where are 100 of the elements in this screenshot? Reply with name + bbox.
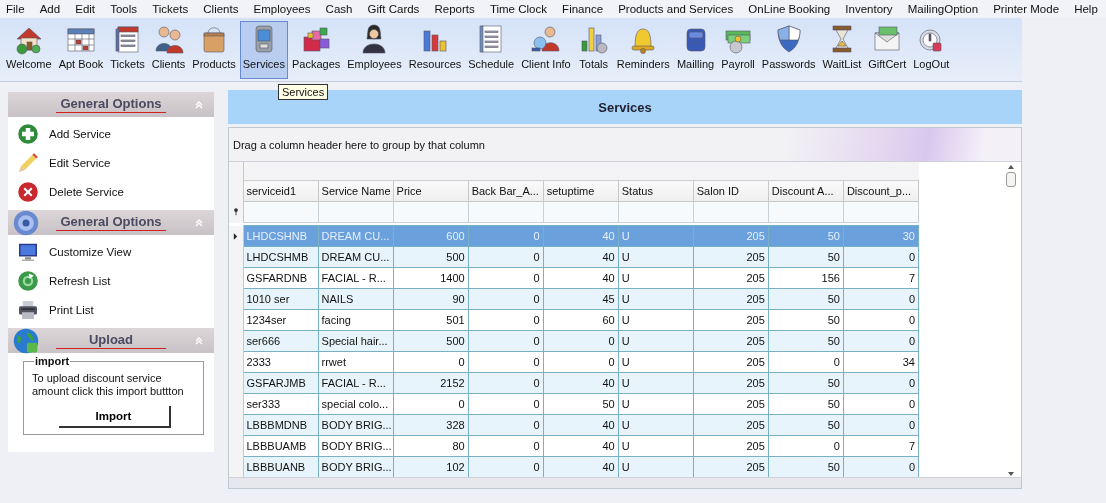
table-row[interactable]: LHDCSHMB DREAM CU... 500 0 40 U 205 50 0 [229, 246, 919, 268]
menu-item[interactable]: Cash [325, 2, 353, 15]
toolbar-button[interactable]: WaitList [819, 21, 865, 79]
table-cell: U [618, 267, 694, 289]
toolbar-button[interactable]: Mailling [673, 21, 718, 79]
section-header[interactable]: Upload [8, 328, 214, 353]
table-row[interactable]: ser333 special colo... 0 0 50 U 205 50 0 [229, 393, 919, 415]
table-cell: U [618, 309, 694, 331]
toolbar-button[interactable]: Employees [344, 21, 405, 79]
collapse-icon[interactable] [194, 336, 204, 346]
sidebar-item[interactable]: Add Service [8, 119, 214, 148]
menu-item[interactable]: Time Clock [489, 2, 547, 15]
toolbar-button[interactable]: Totals [574, 21, 613, 79]
table-cell: 205 [693, 309, 769, 331]
table-row[interactable]: LBBBMDNB BODY BRIG... 328 0 40 U 205 50 0 [229, 414, 919, 436]
toolbar-button[interactable]: Packages [288, 21, 344, 79]
table-cell: 205 [693, 393, 769, 415]
table-cell: 0 [843, 309, 919, 331]
table-cell: 0 [393, 393, 469, 415]
table-row[interactable]: LBBBUANB BODY BRIG... 102 0 40 U 205 50 0 [229, 456, 919, 477]
toolbar-button[interactable]: Apt Book [55, 21, 107, 79]
table-cell: 205 [693, 225, 769, 247]
menu-item[interactable]: File [6, 2, 25, 15]
table-row[interactable]: 2333 rrwet 0 0 0 U 205 0 34 [229, 351, 919, 373]
menu-item[interactable]: Edit [75, 2, 96, 15]
table-row[interactable]: 1234ser facing 501 0 60 U 205 50 0 [229, 309, 919, 331]
sidebar-item[interactable]: Delete Service [8, 177, 214, 206]
table-cell: 0 [468, 435, 544, 457]
table-cell: 205 [693, 435, 769, 457]
table-cell: 0 [468, 309, 544, 331]
toolbar-button[interactable]: LogOut [910, 21, 953, 79]
table-cell: 50 [543, 393, 619, 415]
menu-item[interactable]: Inventory [845, 2, 893, 15]
menu-item[interactable]: Help [1074, 2, 1098, 15]
refresh-icon [16, 268, 40, 293]
table-cell: 0 [468, 393, 544, 415]
sidebar-item[interactable]: Edit Service [8, 148, 214, 177]
collapse-icon[interactable] [194, 218, 204, 228]
menu-item[interactable]: Add [39, 2, 61, 15]
gear-icon [12, 209, 40, 237]
table-cell: 50 [768, 225, 844, 247]
horizontal-scrollbar[interactable] [229, 477, 1021, 488]
section-header[interactable]: General Options [8, 92, 214, 117]
table-cell: 2333 [243, 351, 319, 373]
table-cell: 0 [468, 351, 544, 373]
sidebar-item[interactable]: Customize View [8, 237, 214, 266]
menu-item[interactable]: Finance [562, 2, 604, 15]
table-cell: LBBBUAMB [243, 435, 319, 457]
import-description: To upload discount service amount click this import buttton [32, 372, 185, 398]
delete-icon [16, 179, 40, 204]
menu-item[interactable]: Gift Cards [367, 2, 420, 15]
sidebar-item[interactable]: Refresh List [8, 266, 214, 295]
menu-item[interactable]: OnLine Booking [748, 2, 831, 15]
toolbar-button[interactable]: Passwords [758, 21, 819, 79]
table-cell: DREAM CU... [318, 225, 394, 247]
table-row[interactable]: LBBBUAMB BODY BRIG... 80 0 40 U 205 0 7 [229, 435, 919, 457]
groupbox-legend: import [34, 355, 71, 367]
menu-item[interactable]: Tickets [152, 2, 189, 15]
toolbar-button[interactable]: Resources [405, 21, 465, 79]
menu-item[interactable]: Employees [253, 2, 311, 15]
table-cell: FACIAL - R... [318, 267, 394, 289]
table-cell: 0 [768, 351, 844, 373]
collapse-icon[interactable] [194, 100, 204, 110]
table-cell: facing [318, 309, 394, 331]
table-cell: 34 [843, 351, 919, 373]
toolbar-button[interactable]: Clients [148, 21, 189, 79]
toolbar-button[interactable]: Products [189, 21, 239, 79]
table-row[interactable]: GSFARJMB FACIAL - R... 2152 0 40 U 205 50 0 [229, 372, 919, 394]
toolbar-button[interactable]: Welcome [3, 21, 55, 79]
table-cell: U [618, 351, 694, 373]
toolbar-button[interactable]: GiftCert [865, 21, 910, 79]
import-button[interactable]: Import [58, 406, 171, 428]
table-cell: 7 [843, 267, 919, 289]
menu-item[interactable]: Tools [110, 2, 138, 15]
scroll-thumb[interactable] [1006, 172, 1016, 187]
table-cell: 156 [768, 267, 844, 289]
menu-item[interactable]: Products and Services [618, 2, 734, 15]
tooltip: Services [278, 84, 329, 100]
table-cell: 0 [393, 351, 469, 373]
menu-item[interactable]: Printer Mode [993, 2, 1060, 15]
person-magnifier-icon [529, 23, 562, 55]
menu-item[interactable]: Reports [434, 2, 475, 15]
toolbar-button[interactable]: Client Info [518, 21, 574, 79]
toolbar-button[interactable]: Services [239, 21, 288, 79]
table-row[interactable]: ser666 Special hair... 500 0 0 U 205 50 0 [229, 330, 919, 352]
table-row[interactable]: 1010 ser NAILS 90 0 45 U 205 50 0 [229, 288, 919, 310]
menu-item[interactable]: MailingOption [907, 2, 979, 15]
section-header[interactable]: General Options [8, 210, 214, 235]
toolbar-button[interactable]: Payroll [718, 21, 758, 79]
menu-item[interactable]: Clients [203, 2, 239, 15]
scroll-up-icon[interactable] [1007, 164, 1015, 170]
toolbar-button[interactable]: Schedule [465, 21, 518, 79]
table-cell: special colo... [318, 393, 394, 415]
table-cell: 1234ser [243, 309, 319, 331]
toolbar-button[interactable]: Reminders [613, 21, 673, 79]
globe-icon [12, 327, 40, 355]
sidebar-item[interactable]: Print List [8, 295, 214, 324]
table-row[interactable]: GSFARDNB FACIAL - R... 1400 0 40 U 205 156 7 [229, 267, 919, 289]
table-cell: 600 [393, 225, 469, 247]
toolbar-button[interactable]: Tickets [107, 21, 148, 79]
